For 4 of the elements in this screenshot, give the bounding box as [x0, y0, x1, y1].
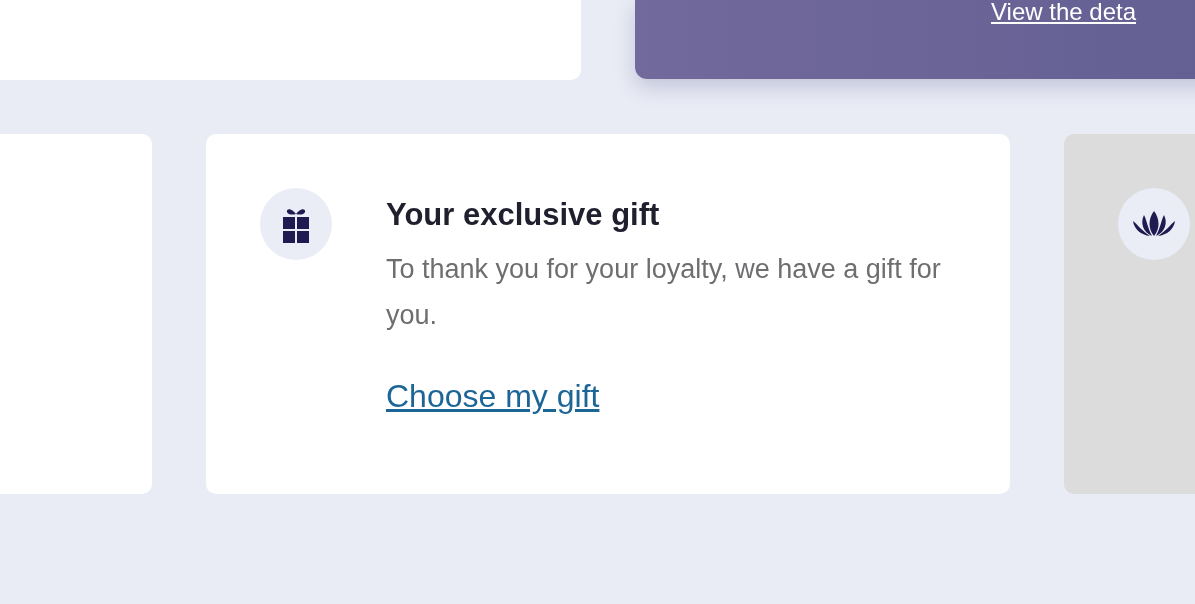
details-link[interactable]: View the deta: [991, 0, 1136, 26]
choose-gift-link[interactable]: Choose my gift: [386, 378, 600, 415]
card-title: Your exclusive gift: [386, 196, 661, 234]
card-description: To thank you for your loyalty, we have a gift for you.: [386, 253, 942, 332]
